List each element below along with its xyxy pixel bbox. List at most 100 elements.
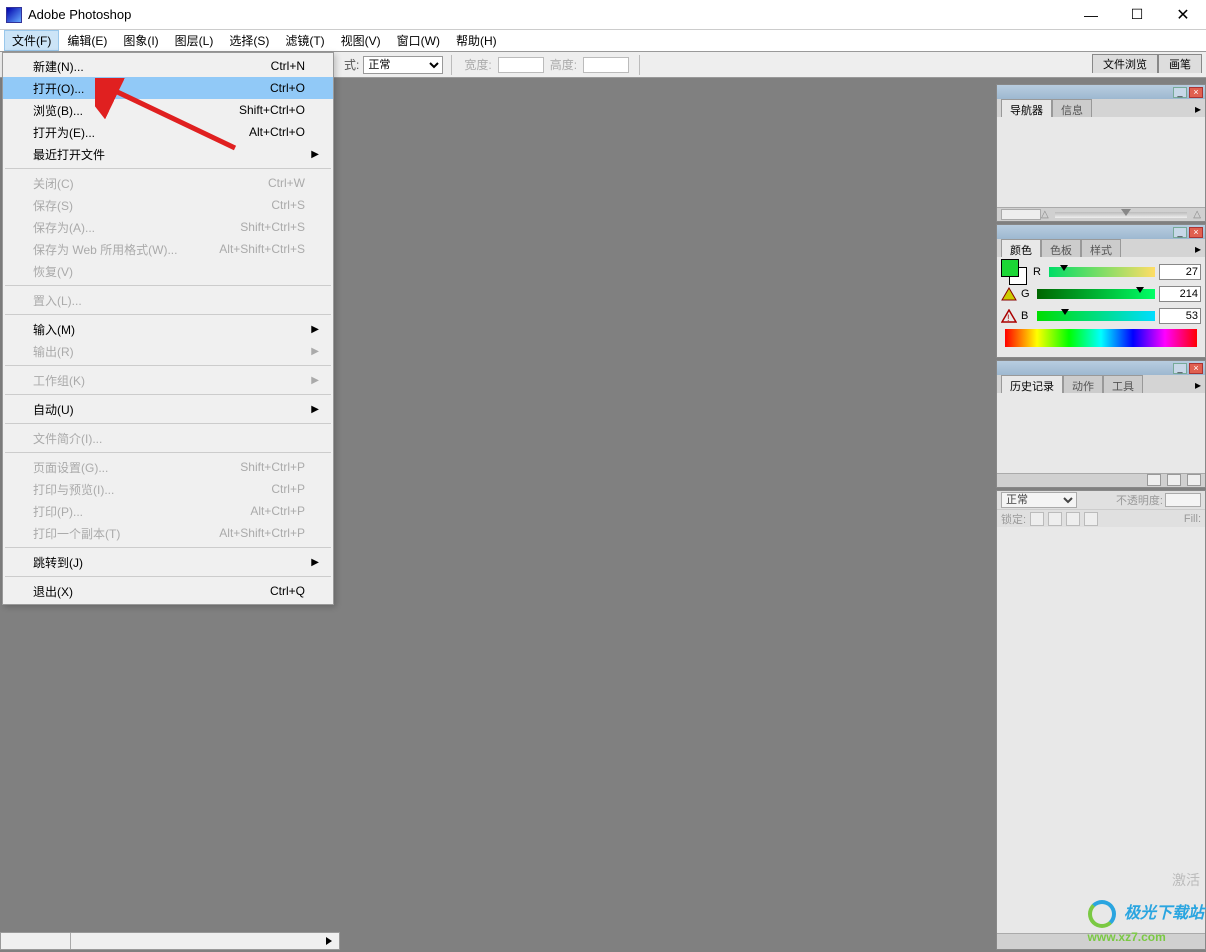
lock-position-icon[interactable] (1066, 512, 1080, 526)
zoom-out-icon[interactable]: △ (1041, 209, 1049, 220)
trash-icon[interactable] (1187, 474, 1201, 486)
b-slider[interactable] (1037, 311, 1155, 321)
separator (5, 576, 331, 577)
panel-header[interactable]: _ × (997, 225, 1205, 239)
menu-filter[interactable]: 滤镜(T) (277, 30, 332, 51)
g-slider[interactable] (1037, 289, 1155, 299)
web-warning-icon[interactable]: ! (1001, 309, 1017, 323)
separator (5, 285, 331, 286)
lock-all-icon[interactable] (1084, 512, 1098, 526)
status-menu-icon[interactable] (326, 937, 332, 945)
mode-select[interactable]: 正常 (363, 56, 443, 74)
zoom-slider[interactable] (1055, 212, 1188, 218)
panel-close-icon[interactable]: × (1189, 87, 1203, 98)
menu-window[interactable]: 窗口(W) (389, 30, 448, 51)
tab-swatches[interactable]: 色板 (1041, 239, 1081, 257)
menu-open[interactable]: 打开(O)...Ctrl+O (3, 77, 333, 99)
status-zoom[interactable] (1, 933, 71, 949)
height-label: 高度: (550, 56, 577, 73)
separator (5, 452, 331, 453)
menu-place: 置入(L)... (3, 289, 333, 311)
panel-close-icon[interactable]: × (1189, 363, 1203, 374)
menu-select[interactable]: 选择(S) (221, 30, 277, 51)
panel-close-icon[interactable]: × (1189, 227, 1203, 238)
menu-automate[interactable]: 自动(U)▶ (3, 398, 333, 420)
menu-import[interactable]: 输入(M)▶ (3, 318, 333, 340)
color-swatch[interactable] (1001, 259, 1027, 285)
tab-color[interactable]: 颜色 (1001, 239, 1041, 257)
menubar: 文件(F) 编辑(E) 图象(I) 图层(L) 选择(S) 滤镜(T) 视图(V… (0, 30, 1206, 52)
b-label: B (1021, 310, 1033, 322)
lock-image-icon[interactable] (1048, 512, 1062, 526)
titlebar: Adobe Photoshop — ☐ ✕ (0, 0, 1206, 30)
panel-options-icon[interactable]: ▸ (1195, 102, 1201, 116)
tab-history[interactable]: 历史记录 (1001, 375, 1063, 393)
mode-label: 式: (344, 56, 359, 73)
separator (5, 168, 331, 169)
menu-exit[interactable]: 退出(X)Ctrl+Q (3, 580, 333, 602)
r-input[interactable] (1159, 264, 1201, 280)
height-field[interactable] (583, 57, 629, 73)
panel-minimize-icon[interactable]: _ (1173, 363, 1187, 374)
menu-file[interactable]: 文件(F) (4, 30, 59, 51)
menu-help[interactable]: 帮助(H) (448, 30, 505, 51)
r-label: R (1033, 266, 1045, 278)
lock-transparent-icon[interactable] (1030, 512, 1044, 526)
menu-layer[interactable]: 图层(L) (167, 30, 222, 51)
menu-new[interactable]: 新建(N)...Ctrl+N (3, 55, 333, 77)
history-body (997, 393, 1205, 473)
tab-tools[interactable]: 工具 (1103, 375, 1143, 393)
panel-header[interactable]: _ × (997, 85, 1205, 99)
new-snapshot-icon[interactable] (1167, 474, 1181, 486)
history-footer (997, 473, 1205, 487)
separator (5, 423, 331, 424)
r-slider[interactable] (1049, 267, 1155, 277)
maximize-button[interactable]: ☐ (1114, 0, 1160, 30)
tab-navigator[interactable]: 导航器 (1001, 99, 1052, 117)
menu-file-info: 文件简介(I)... (3, 427, 333, 449)
zoom-in-icon[interactable]: △ (1193, 209, 1201, 220)
blend-mode-select[interactable]: 正常 (1001, 492, 1077, 508)
menu-recent[interactable]: 最近打开文件▶ (3, 143, 333, 165)
tab-styles[interactable]: 样式 (1081, 239, 1121, 257)
menu-save: 保存(S)Ctrl+S (3, 194, 333, 216)
new-doc-icon[interactable] (1147, 474, 1161, 486)
menu-jump-to[interactable]: 跳转到(J)▶ (3, 551, 333, 573)
opacity-label: 不透明度: (1116, 492, 1163, 508)
window-title: Adobe Photoshop (28, 7, 1068, 22)
navigator-body (997, 117, 1205, 207)
minimize-button[interactable]: — (1068, 0, 1114, 30)
activate-watermark: 激活 (1172, 870, 1200, 890)
menu-open-as[interactable]: 打开为(E)...Alt+Ctrl+O (3, 121, 333, 143)
zoom-field[interactable] (1001, 209, 1041, 220)
separator (5, 394, 331, 395)
menu-browse[interactable]: 浏览(B)...Shift+Ctrl+O (3, 99, 333, 121)
panel-minimize-icon[interactable]: _ (1173, 227, 1187, 238)
status-info[interactable] (71, 933, 339, 949)
opacity-field[interactable] (1165, 493, 1201, 507)
tab-actions[interactable]: 动作 (1063, 375, 1103, 393)
g-input[interactable] (1159, 286, 1201, 302)
menu-image[interactable]: 图象(I) (115, 30, 166, 51)
panel-options-icon[interactable]: ▸ (1195, 378, 1201, 392)
width-field[interactable] (498, 57, 544, 73)
menu-save-as: 保存为(A)...Shift+Ctrl+S (3, 216, 333, 238)
color-spectrum[interactable] (1005, 329, 1197, 347)
menu-close: 关闭(C)Ctrl+W (3, 172, 333, 194)
close-button[interactable]: ✕ (1160, 0, 1206, 30)
panel-header[interactable]: _ × (997, 361, 1205, 375)
panel-navigator: _ × 导航器 信息 ▸ △ △ (996, 84, 1206, 222)
panel-minimize-icon[interactable]: _ (1173, 87, 1187, 98)
panel-options-icon[interactable]: ▸ (1195, 242, 1201, 256)
lock-label: 锁定: (1001, 511, 1026, 527)
menu-view[interactable]: 视图(V) (333, 30, 389, 51)
gamut-warning-icon[interactable] (1001, 287, 1017, 301)
tab-file-browser[interactable]: 文件浏览 (1092, 54, 1158, 73)
b-input[interactable] (1159, 308, 1201, 324)
tab-info[interactable]: 信息 (1052, 99, 1092, 117)
menu-save-web: 保存为 Web 所用格式(W)...Alt+Shift+Ctrl+S (3, 238, 333, 260)
tab-brushes[interactable]: 画笔 (1158, 54, 1202, 73)
width-label: 宽度: (464, 56, 491, 73)
menu-print-one: 打印一个副本(T)Alt+Shift+Ctrl+P (3, 522, 333, 544)
menu-edit[interactable]: 编辑(E) (59, 30, 115, 51)
